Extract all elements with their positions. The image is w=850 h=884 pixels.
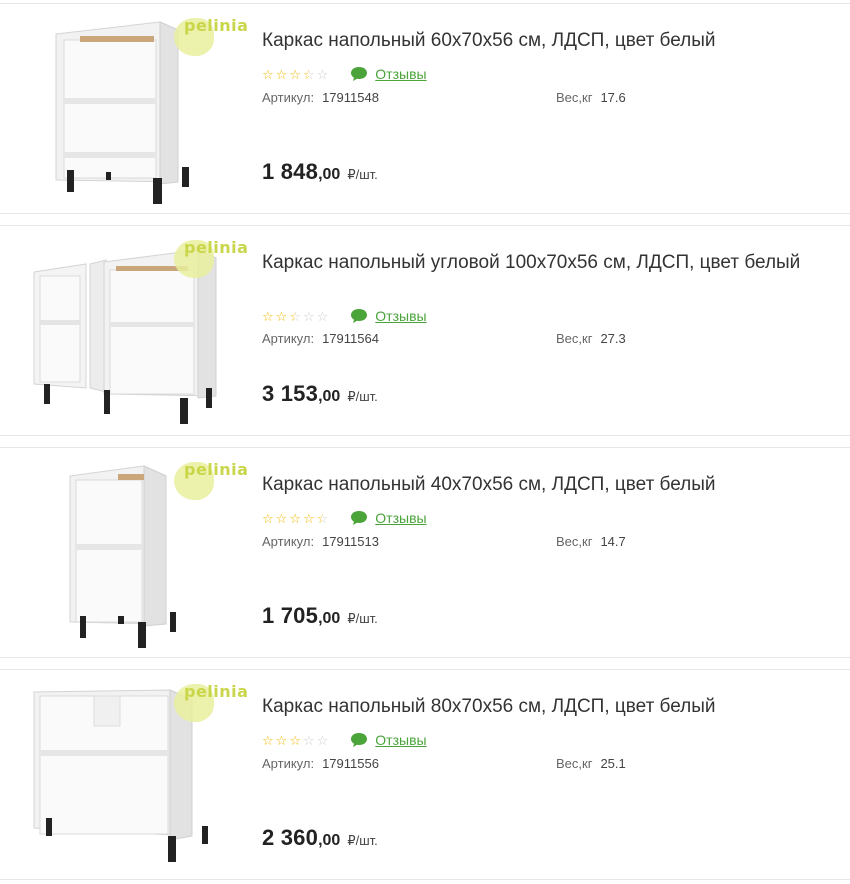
price: 1 705 ,00 ₽/шт. [262, 603, 378, 629]
brand-logo-text: pelinia [184, 460, 249, 479]
star-icon: ☆ [289, 66, 301, 82]
star-icon: ☆ [262, 510, 274, 526]
price-integer: 3 153 [262, 381, 319, 406]
price-integer: 1 848 [262, 159, 319, 184]
price-unit: ₽/шт. [347, 167, 378, 182]
brand-logo: pelinia [174, 16, 252, 58]
star-icon: ☆ [275, 510, 288, 526]
rating-row: ☆ ☆ ☆ ☆ ☆ Отзывы [262, 509, 427, 527]
product-card[interactable]: pelinia Каркас напольный 60х70х56 см, ЛД… [0, 3, 850, 214]
price: 1 848 ,00 ₽/шт. [262, 159, 378, 185]
weight: Вес,кг 25.1 [556, 756, 626, 771]
brand-logo-text: pelinia [184, 16, 249, 35]
reviews-label[interactable]: Отзывы [375, 308, 426, 324]
product-image[interactable]: pelinia [20, 234, 252, 430]
brand-logo: pelinia [174, 460, 252, 502]
star-icon: ☆ [262, 732, 274, 748]
rating-row: ☆ ☆ ☆ ☆ ☆ Отзывы [262, 307, 427, 325]
rating-row: ☆ ☆ ☆ ☆ ☆ Отзывы [262, 65, 427, 83]
rating-stars: ☆ ☆ ☆ ☆ ☆ [262, 512, 328, 525]
product-card[interactable]: pelinia Каркас напольный угловой 100х70х… [0, 225, 850, 436]
price-decimal: ,00 [318, 166, 341, 183]
star-icon: ☆ [316, 308, 329, 324]
star-icon: ☆ [275, 66, 288, 82]
reviews-link[interactable]: Отзывы [350, 66, 427, 82]
price-unit: ₽/шт. [347, 611, 378, 626]
star-icon: ☆ [302, 510, 315, 526]
star-icon: ☆ [262, 66, 274, 82]
reviews-link[interactable]: Отзывы [350, 510, 427, 526]
reviews-label[interactable]: Отзывы [375, 732, 426, 748]
star-icon: ☆ [275, 732, 288, 748]
speech-bubble-icon [351, 67, 368, 81]
brand-logo-text: pelinia [184, 682, 249, 701]
product-list: pelinia Каркас напольный 60х70х56 см, ЛД… [0, 0, 850, 884]
star-icon: ☆ [289, 732, 301, 748]
rating-stars: ☆ ☆ ☆ ☆ ☆ [262, 310, 328, 323]
star-icon: ☆ [289, 510, 301, 526]
brand-logo: pelinia [174, 238, 252, 280]
price-decimal: ,00 [318, 610, 341, 627]
sku: Артикул: 17911513 [262, 534, 379, 549]
reviews-link[interactable]: Отзывы [350, 732, 427, 748]
star-icon: ☆ [302, 66, 315, 82]
reviews-label[interactable]: Отзывы [375, 510, 426, 526]
star-icon: ☆ [316, 510, 329, 526]
price-unit: ₽/шт. [347, 389, 378, 404]
star-icon: ☆ [316, 732, 329, 748]
rating-row: ☆ ☆ ☆ ☆ ☆ Отзывы [262, 731, 427, 749]
price-integer: 2 360 [262, 825, 319, 850]
brand-logo: pelinia [174, 682, 252, 724]
star-icon: ☆ [275, 308, 288, 324]
product-image[interactable]: pelinia [20, 456, 252, 652]
weight: Вес,кг 14.7 [556, 534, 626, 549]
product-image[interactable]: pelinia [20, 678, 252, 874]
weight: Вес,кг 27.3 [556, 331, 626, 346]
reviews-label[interactable]: Отзывы [375, 66, 426, 82]
weight: Вес,кг 17.6 [556, 90, 626, 105]
price-integer: 1 705 [262, 603, 319, 628]
price: 3 153 ,00 ₽/шт. [262, 381, 378, 407]
star-icon: ☆ [302, 732, 315, 748]
speech-bubble-icon [351, 511, 368, 525]
sku: Артикул: 17911556 [262, 756, 379, 771]
product-title[interactable]: Каркас напольный угловой 100х70х56 см, Л… [262, 252, 802, 273]
star-icon: ☆ [289, 308, 301, 324]
speech-bubble-icon [351, 733, 368, 747]
star-icon: ☆ [302, 308, 315, 324]
sku: Артикул: 17911564 [262, 331, 379, 346]
product-card[interactable]: pelinia Каркас напольный 40х70х56 см, ЛД… [0, 447, 850, 658]
star-icon: ☆ [316, 66, 329, 82]
product-title[interactable]: Каркас напольный 40х70х56 см, ЛДСП, цвет… [262, 474, 802, 495]
star-icon: ☆ [262, 308, 274, 324]
product-image[interactable]: pelinia [20, 12, 252, 208]
price-decimal: ,00 [318, 832, 341, 849]
speech-bubble-icon [351, 309, 368, 323]
price-unit: ₽/шт. [347, 833, 378, 848]
product-card[interactable]: pelinia Каркас напольный 80х70х56 см, ЛД… [0, 669, 850, 880]
price-decimal: ,00 [318, 388, 341, 405]
rating-stars: ☆ ☆ ☆ ☆ ☆ [262, 68, 328, 81]
brand-logo-text: pelinia [184, 238, 249, 257]
product-title[interactable]: Каркас напольный 60х70х56 см, ЛДСП, цвет… [262, 30, 802, 51]
product-title[interactable]: Каркас напольный 80х70х56 см, ЛДСП, цвет… [262, 696, 802, 717]
price: 2 360 ,00 ₽/шт. [262, 825, 378, 851]
sku: Артикул: 17911548 [262, 90, 379, 105]
reviews-link[interactable]: Отзывы [350, 308, 427, 324]
rating-stars: ☆ ☆ ☆ ☆ ☆ [262, 734, 328, 747]
